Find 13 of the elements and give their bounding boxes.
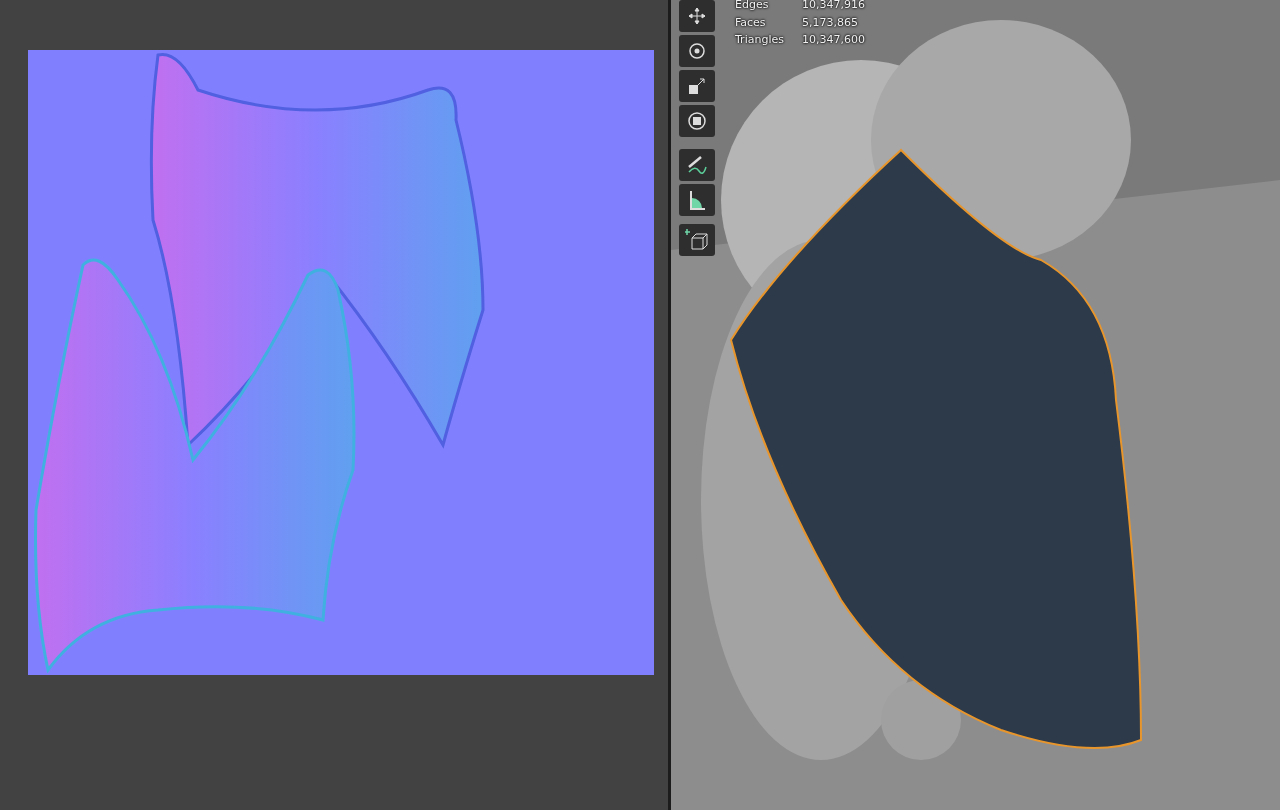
statistic-label: Faces (735, 14, 767, 31)
annotate-icon[interactable] (679, 149, 715, 181)
scale-icon[interactable] (679, 70, 715, 102)
statistic-value: 10,347,916 (801, 0, 865, 13)
rotate-icon[interactable] (679, 35, 715, 67)
move-icon[interactable] (679, 0, 715, 32)
transform-icon[interactable] (679, 105, 715, 137)
measure-icon[interactable] (679, 184, 715, 216)
statistic-label: Triangles (735, 32, 784, 48)
statistic-value: 10,347,600 (801, 32, 865, 48)
statistic-value: 5,173,865 (801, 14, 859, 31)
add-cube-icon[interactable] (679, 224, 715, 256)
statistic-label: Edges (735, 0, 770, 13)
